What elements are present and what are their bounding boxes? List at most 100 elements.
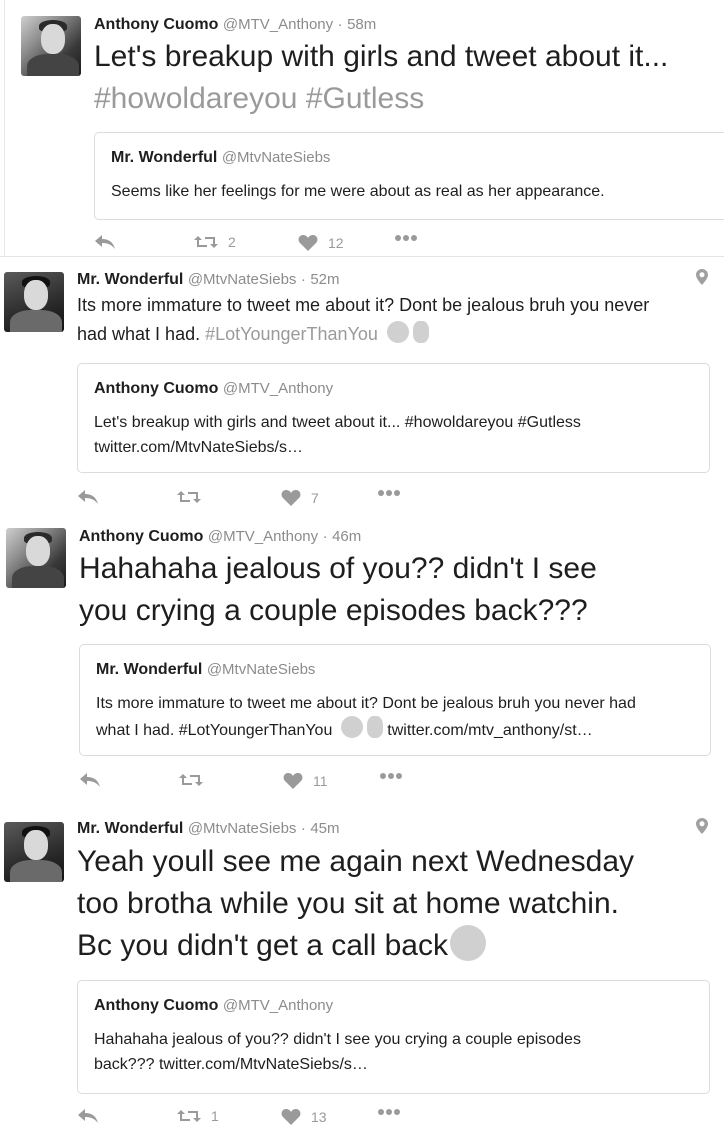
author-name[interactable]: Anthony Cuomo [79,528,203,545]
quote-author-name: Mr. Wonderful [96,661,203,678]
avatar[interactable] [4,822,64,882]
quote-author-name: Anthony Cuomo [94,380,219,397]
tweet-1: Anthony Cuomo @MTV_Anthony · 58m Let's b… [0,0,724,256]
author-handle[interactable]: @MtvNateSiebs [188,820,297,837]
reply-icon [80,773,100,787]
tweet-actions: 2 12 [94,234,434,258]
location-pin-icon[interactable] [696,818,708,834]
author-name[interactable]: Anthony Cuomo [94,16,218,33]
more-button[interactable] [377,489,401,497]
heart-icon [281,490,301,506]
separator: · [300,820,306,837]
tweet-text: Let's breakup with girls and tweet about… [94,40,669,115]
tweet-text: Yeah youll see me again next Wednesday t… [77,845,635,962]
quoted-tweet[interactable]: Anthony Cuomo @MTV_Anthony Let's breakup… [77,363,710,473]
more-icon [378,1109,400,1115]
quote-header: Mr. Wonderful @MtvNateSiebs [96,661,315,679]
retweet-count: 2 [228,234,236,250]
like-button[interactable]: 11 [283,772,328,790]
tweet-4: Mr. Wonderful @MtvNateSiebs · 45m Yeah y… [0,800,724,1148]
reply-icon [78,490,98,504]
quoted-tweet[interactable]: Anthony Cuomo @MTV_Anthony Hahahaha jeal… [77,980,710,1094]
quote-author-name: Anthony Cuomo [94,997,219,1014]
quote-header: Mr. Wonderful @MtvNateSiebs [111,149,330,167]
tweet-header: Anthony Cuomo @MTV_Anthony · 58m [94,16,376,34]
quote-text: Seems like her feelings for me were abou… [111,183,605,200]
timestamp[interactable]: 45m [310,820,339,837]
author-name[interactable]: Mr. Wonderful [77,271,183,288]
retweet-button[interactable]: 2 [194,234,236,250]
retweet-icon [177,491,201,503]
middle-finger-emoji [412,321,429,343]
tweet-actions: 7 [77,489,417,513]
thinking-face-emoji [449,925,486,961]
tweet-header: Mr. Wonderful @MtvNateSiebs · 52m [77,271,340,289]
separator: · [337,16,343,33]
middle-finger-emoji [366,716,383,738]
quoted-tweet[interactable]: Mr. Wonderful @MtvNateSiebs Seems like h… [94,132,724,220]
like-count: 13 [311,1109,327,1125]
tweet-header: Mr. Wonderful @MtvNateSiebs · 45m [77,820,340,838]
like-button[interactable]: 13 [281,1108,327,1126]
tweet-actions: 11 [79,772,419,796]
quote-text: Hahahaha jealous of you?? didn't I see y… [94,1031,581,1073]
retweet-button[interactable] [177,489,211,505]
avatar[interactable] [4,272,64,332]
more-icon [378,490,400,496]
like-button[interactable]: 12 [298,234,344,252]
more-button[interactable] [379,772,403,780]
quote-author-handle: @MtvNateSiebs [206,661,316,678]
author-handle[interactable]: @MTV_Anthony [208,528,318,545]
retweet-icon [177,1110,201,1122]
retweet-icon [179,774,203,786]
more-icon [380,773,402,779]
heart-icon [283,773,303,789]
retweet-button[interactable]: 1 [177,1108,219,1124]
timestamp[interactable]: 52m [310,271,339,288]
like-count: 11 [313,773,328,789]
separator: · [322,528,328,545]
quote-text: Let's breakup with girls and tweet about… [94,414,581,456]
location-pin-icon[interactable] [696,269,708,285]
like-button[interactable]: 7 [281,489,319,507]
avatar[interactable] [6,528,66,588]
tweet-3: Anthony Cuomo @MTV_Anthony · 46m Hahahah… [0,516,724,798]
like-count: 12 [328,235,344,251]
quote-author-handle: @MTV_Anthony [222,380,334,397]
more-button[interactable] [377,1108,401,1116]
quote-header: Anthony Cuomo @MTV_Anthony [94,997,333,1015]
quote-text: Its more immature to tweet me about it? … [96,695,636,739]
quote-author-name: Mr. Wonderful [111,149,218,166]
hashtags[interactable]: #howoldareyou #Gutless [94,82,424,115]
tweet-text: Hahahaha jealous of you?? didn't I see y… [79,552,597,627]
hashtags[interactable]: #LotYoungerThanYou [205,324,378,344]
timestamp[interactable]: 46m [332,528,361,545]
quote-author-handle: @MtvNateSiebs [221,149,331,166]
heart-icon [298,235,318,251]
reply-button[interactable] [94,234,116,250]
retweet-icon [194,236,218,248]
author-handle[interactable]: @MTV_Anthony [223,16,333,33]
more-icon [395,235,417,241]
tweet-2: Mr. Wonderful @MtvNateSiebs · 52m Its mo… [0,257,724,515]
reply-button[interactable] [77,489,99,505]
reply-icon [78,1109,98,1123]
retweet-button[interactable] [179,772,213,788]
timestamp[interactable]: 58m [347,16,376,33]
separator: · [300,271,306,288]
author-name[interactable]: Mr. Wonderful [77,820,183,837]
avatar[interactable] [21,16,81,76]
quote-author-handle: @MTV_Anthony [222,997,334,1014]
tweet-header: Anthony Cuomo @MTV_Anthony · 46m [79,528,361,546]
tweet-actions: 1 13 [77,1108,417,1132]
quote-header: Anthony Cuomo @MTV_Anthony [94,380,333,398]
more-button[interactable] [394,234,418,242]
quoted-tweet[interactable]: Mr. Wonderful @MtvNateSiebs Its more imm… [79,644,711,756]
tweet-text: Its more immature to tweet me about it? … [77,295,650,344]
reply-button[interactable] [79,772,101,788]
reply-button[interactable] [77,1108,99,1124]
author-handle[interactable]: @MtvNateSiebs [188,271,297,288]
clapping-hands-emoji [340,716,363,738]
retweet-count: 1 [211,1108,219,1124]
clapping-hands-emoji [386,321,409,343]
